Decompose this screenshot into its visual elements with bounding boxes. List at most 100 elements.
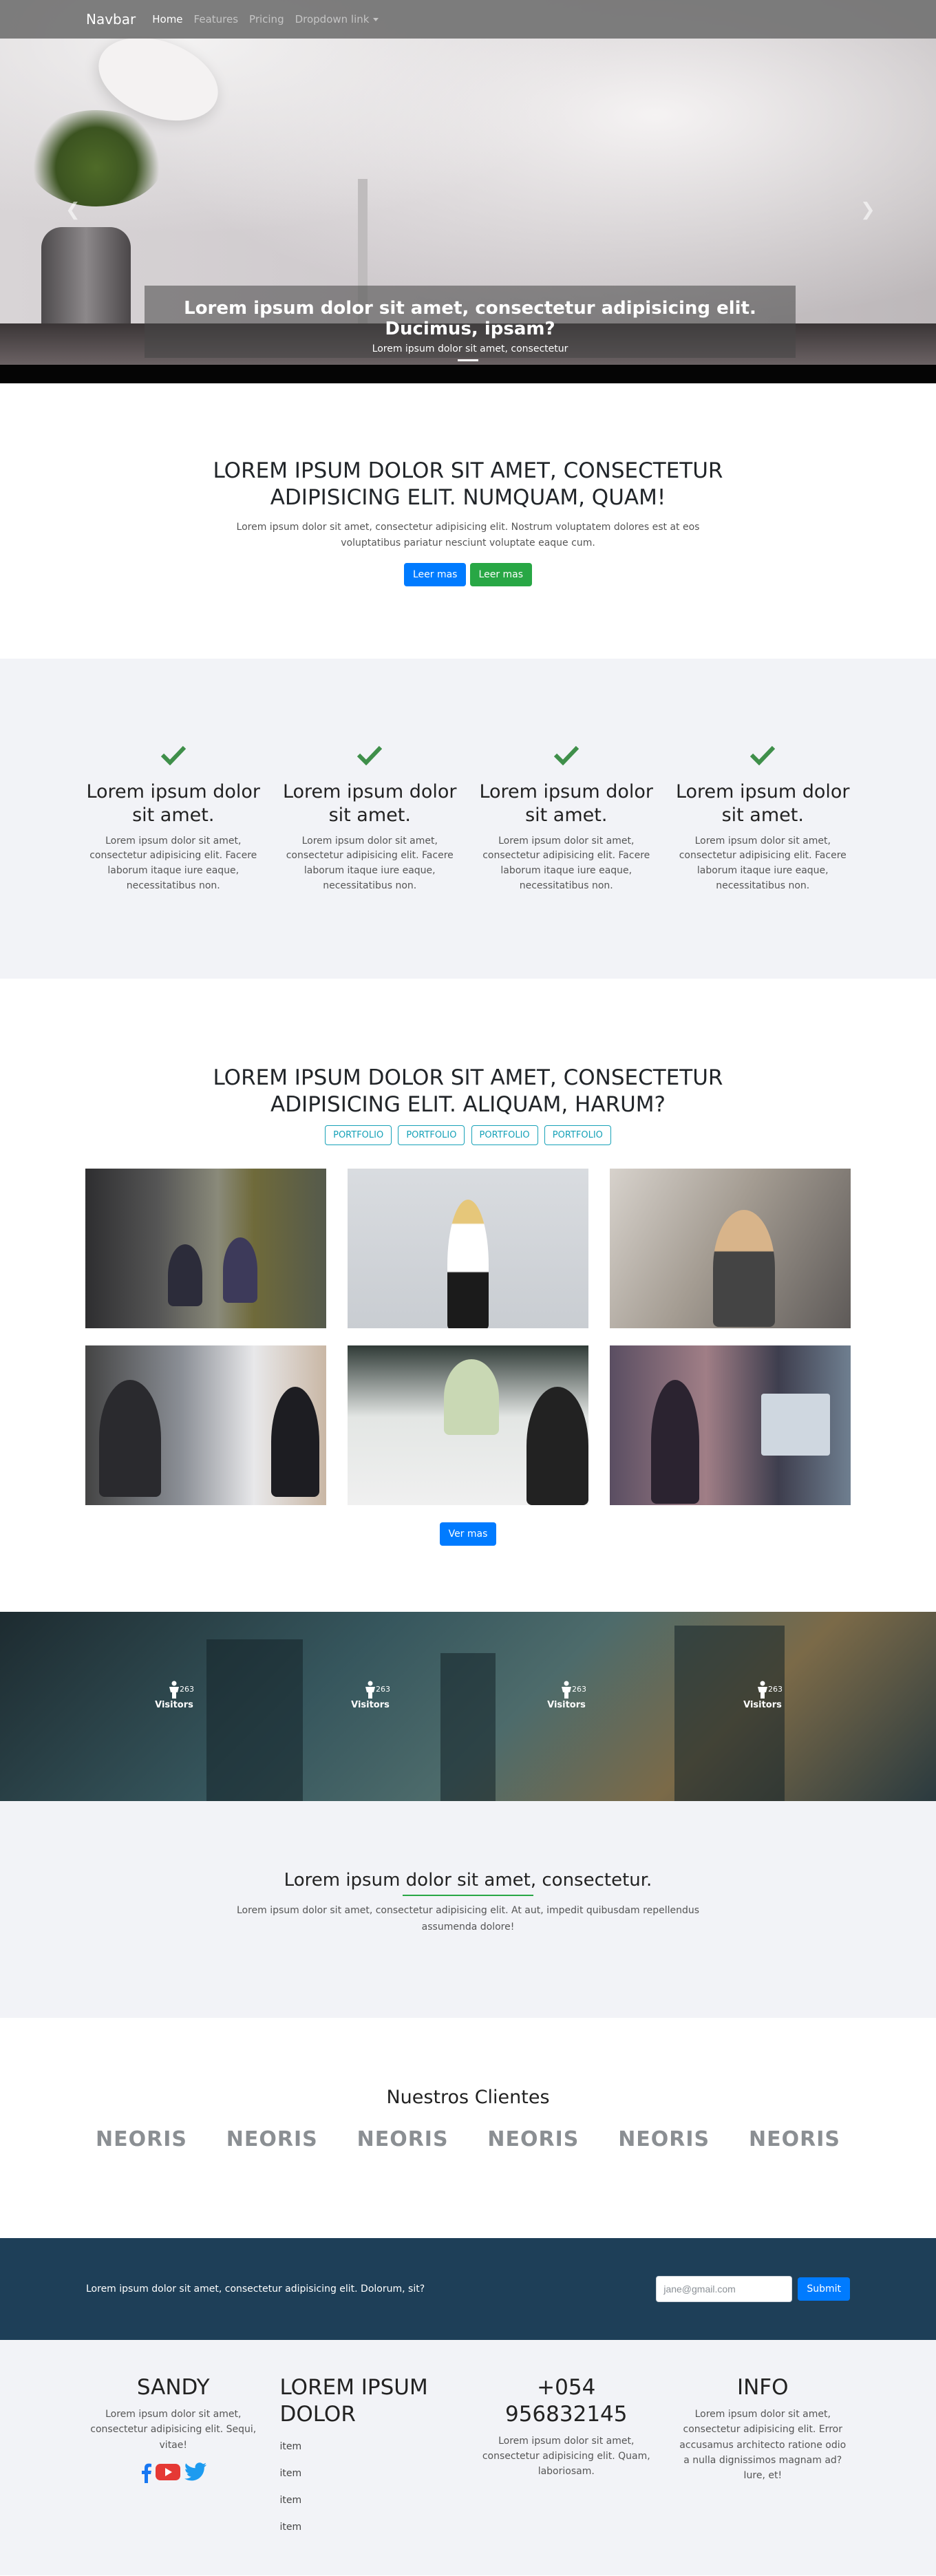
portfolio-image-team-table[interactable] — [348, 1345, 588, 1505]
feature-text: Lorem ipsum dolor sit amet, consectetur … — [89, 835, 257, 891]
person-shape — [713, 1209, 775, 1327]
building-shape — [440, 1653, 496, 1801]
read-more-button-success[interactable]: Leer mas — [469, 563, 533, 587]
nav-dropdown-link[interactable]: Dropdown link — [295, 13, 379, 25]
stat-item: 263 Visitors — [539, 1681, 594, 1710]
nav-link-home[interactable]: Home — [152, 13, 182, 25]
stat-item: 263 Visitors — [147, 1681, 202, 1710]
check-icon — [160, 745, 186, 765]
stat-item: 263 Visitors — [343, 1681, 398, 1710]
carousel-caption: Lorem ipsum dolor sit amet, consectetur … — [145, 286, 796, 358]
person-icon — [365, 1681, 375, 1699]
feature-card: Lorem ipsum dolor sit amet. Lorem ipsum … — [665, 745, 862, 893]
navbar-brand[interactable]: Navbar — [86, 11, 136, 28]
quote-text: Lorem ipsum dolor sit amet, consectetur … — [236, 1905, 700, 1933]
email-field[interactable] — [656, 2276, 793, 2302]
portfolio-filter-button[interactable]: PORTFOLIO — [325, 1125, 392, 1145]
stat-number: 263 — [376, 1685, 390, 1694]
feature-text: Lorem ipsum dolor sit amet, consectetur … — [482, 835, 650, 891]
intro-buttons: Leer mas Leer mas — [0, 563, 936, 587]
intro-section: LOREM IPSUM DOLOR SIT AMET, CONSECTETUR … — [0, 383, 936, 659]
portfolio-grid — [85, 1168, 851, 1505]
person-shape — [168, 1244, 202, 1306]
feature-title: Lorem ipsum dolor sit amet. — [86, 781, 261, 826]
person-icon — [562, 1681, 571, 1699]
portfolio-filter-button[interactable]: PORTFOLIO — [398, 1125, 465, 1145]
portfolio-section: LOREM IPSUM DOLOR SIT AMET, CONSECTETUR … — [0, 979, 936, 1612]
footer-brand-text: Lorem ipsum dolor sit amet, consectetur … — [90, 2408, 257, 2451]
clients-title: Nuestros Clientes — [386, 2087, 550, 2108]
portfolio-filter-button[interactable]: PORTFOLIO — [471, 1125, 538, 1145]
check-icon — [357, 745, 383, 765]
client-logo: NEORIS — [618, 2127, 710, 2151]
stat-number: 263 — [572, 1685, 586, 1694]
client-logo: NEORIS — [357, 2127, 449, 2151]
quote-section: Lorem ipsum dolor sit amet, consectetur.… — [0, 1801, 936, 2018]
person-shape — [651, 1379, 699, 1504]
stats-section: 263 Visitors 263 Visitors 263 Visitors 2… — [0, 1612, 936, 1801]
feature-card: Lorem ipsum dolor sit amet. Lorem ipsum … — [468, 745, 665, 893]
chevron-left-icon[interactable]: ❮ — [65, 200, 81, 220]
footer: SANDY Lorem ipsum dolor sit amet, consec… — [0, 2340, 936, 2575]
footer-link-item[interactable]: item — [280, 2514, 460, 2541]
footer-links-title-line2: DOLOR — [279, 2401, 356, 2427]
see-more-button[interactable]: Ver mas — [439, 1522, 497, 1546]
footer-link-list: item item item item — [280, 2434, 460, 2541]
carousel-indicator[interactable] — [458, 359, 478, 361]
facebook-icon[interactable] — [140, 2462, 151, 2483]
footer-links-title: LOREM IPSUM DOLOR — [280, 2374, 460, 2428]
clients-section: Nuestros Clientes NEORIS NEORIS NEORIS N… — [0, 2018, 936, 2238]
portfolio-image-desk-work[interactable] — [85, 1345, 326, 1505]
portfolio-filters: PORTFOLIO PORTFOLIO PORTFOLIO PORTFOLIO — [0, 1125, 936, 1145]
person-icon — [169, 1681, 179, 1699]
portfolio-image-computers[interactable] — [610, 1345, 851, 1505]
portfolio-filter-button[interactable]: PORTFOLIO — [544, 1125, 611, 1145]
stat-label: Visitors — [155, 1700, 193, 1710]
quote-underline — [403, 1895, 533, 1896]
portfolio-image-meeting[interactable] — [85, 1168, 326, 1328]
carousel-subtitle: Lorem ipsum dolor sit amet, consectetur — [372, 343, 568, 354]
stat-number: 263 — [180, 1685, 194, 1694]
nav-link-features[interactable]: Features — [194, 13, 239, 25]
footer-link-item[interactable]: item — [280, 2487, 460, 2514]
youtube-icon[interactable] — [155, 2462, 180, 2482]
feature-text: Lorem ipsum dolor sit amet, consectetur … — [286, 835, 454, 891]
chevron-right-icon[interactable]: ❯ — [860, 200, 875, 220]
person-shape — [447, 1199, 489, 1328]
footer-phone-text: Lorem ipsum dolor sit amet, consectetur … — [482, 2435, 650, 2478]
features-section: Lorem ipsum dolor sit amet. Lorem ipsum … — [0, 659, 936, 979]
client-logo: NEORIS — [487, 2127, 579, 2151]
portfolio-title: LOREM IPSUM DOLOR SIT AMET, CONSECTETUR … — [0, 1065, 936, 1118]
stat-label: Visitors — [351, 1700, 390, 1710]
carousel-title: Lorem ipsum dolor sit amet, consectetur … — [184, 298, 756, 339]
nav-link-pricing[interactable]: Pricing — [249, 13, 284, 25]
feature-text: Lorem ipsum dolor sit amet, consectetur … — [679, 835, 847, 891]
person-shape — [526, 1386, 588, 1505]
person-shape — [223, 1237, 257, 1303]
feature-title: Lorem ipsum dolor sit amet. — [675, 781, 850, 826]
portfolio-image-laughing-man[interactable] — [610, 1168, 851, 1328]
portfolio-title-line2: ADIPISICING ELIT. ALIQUAM, HARUM? — [270, 1092, 666, 1117]
submit-button[interactable]: Submit — [798, 2277, 850, 2301]
feature-card: Lorem ipsum dolor sit amet. Lorem ipsum … — [75, 745, 272, 893]
monitor-shape — [761, 1393, 830, 1456]
intro-title-line2: ADIPISICING ELIT. NUMQUAM, QUAM! — [270, 485, 666, 510]
twitter-icon[interactable] — [184, 2462, 206, 2482]
nav-dropdown-label: Dropdown link — [295, 13, 370, 25]
footer-col-info: INFO Lorem ipsum dolor sit amet, consect… — [665, 2374, 862, 2541]
footer-col-phone: +054 956832145 Lorem ipsum dolor sit ame… — [468, 2374, 665, 2541]
subscribe-bar: Lorem ipsum dolor sit amet, consectetur … — [0, 2238, 936, 2340]
hero-plant-shape — [28, 110, 165, 206]
stat-number: 263 — [768, 1685, 783, 1694]
stat-label: Visitors — [743, 1700, 782, 1710]
footer-link-item[interactable]: item — [280, 2434, 460, 2460]
portfolio-image-presenter[interactable] — [348, 1168, 588, 1328]
read-more-button-primary[interactable]: Leer mas — [403, 563, 467, 587]
feature-card: Lorem ipsum dolor sit amet. Lorem ipsum … — [272, 745, 469, 893]
footer-link-item[interactable]: item — [280, 2460, 460, 2487]
feature-title: Lorem ipsum dolor sit amet. — [479, 781, 654, 826]
caret-down-icon — [373, 18, 379, 21]
client-logo: NEORIS — [748, 2127, 840, 2151]
portfolio-title-line1: LOREM IPSUM DOLOR SIT AMET, CONSECTETUR — [213, 1065, 723, 1090]
hero-carousel: ❮ ❯ Lorem ipsum dolor sit amet, consecte… — [0, 0, 936, 383]
